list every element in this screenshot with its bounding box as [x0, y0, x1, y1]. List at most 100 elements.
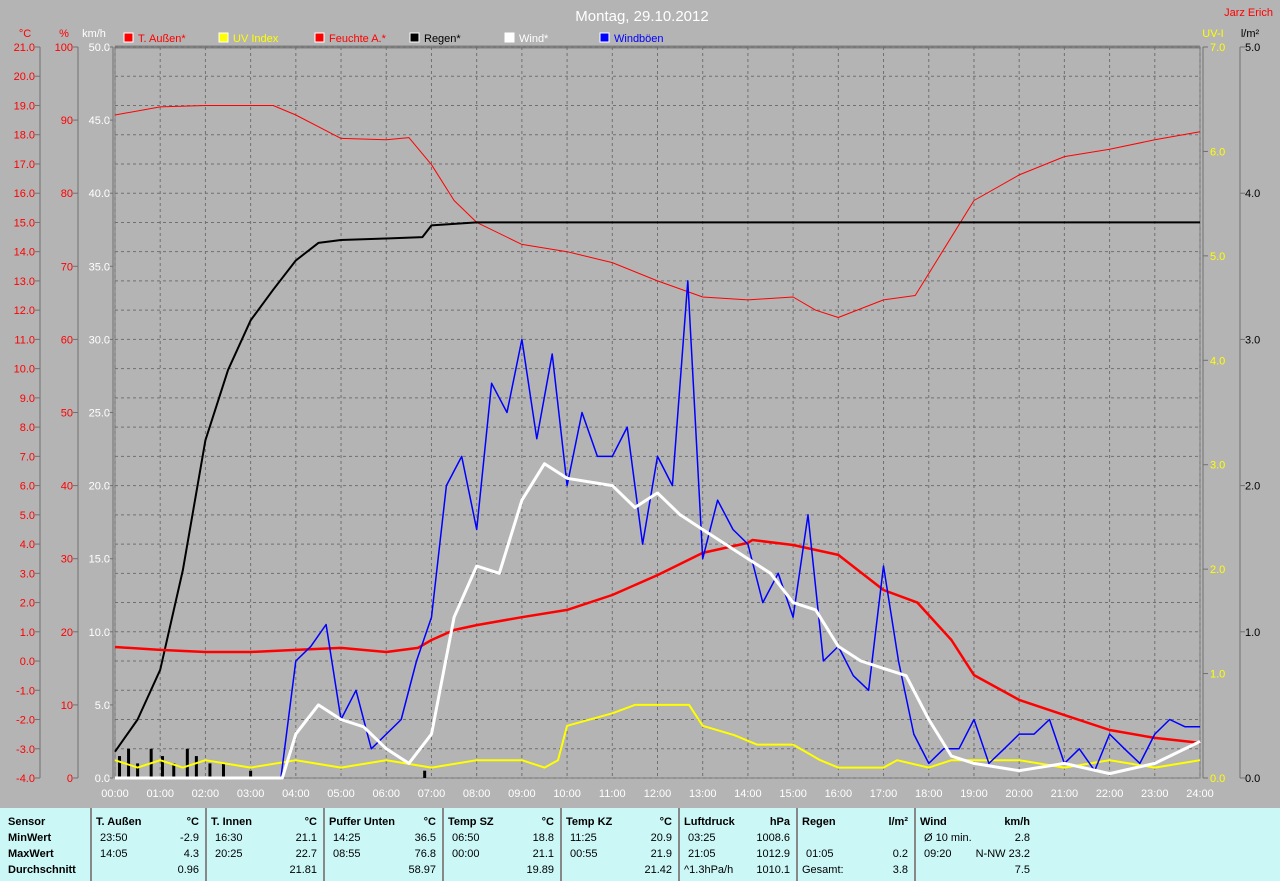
temp-tick-label: -2.0 [16, 715, 35, 727]
max-value: 22.7 [295, 848, 317, 860]
avg-value: 1010.1 [756, 864, 790, 876]
column-unit: °C [186, 816, 199, 828]
humidity-tick-label: 30 [61, 554, 73, 566]
x-tick-label: 21:00 [1051, 788, 1079, 800]
max-value: 0.2 [892, 848, 908, 860]
legend-swatch [314, 32, 325, 43]
min-value: 18.8 [532, 832, 554, 844]
rain-tick-label: 5.0 [1245, 42, 1260, 54]
avg-value: 19.89 [526, 864, 554, 876]
max-time: 14:05 [100, 848, 128, 860]
grid [114, 45, 1201, 779]
avg-value: 58.97 [408, 864, 436, 876]
max-time: 01:05 [806, 848, 834, 860]
stats-column: Regen l/m² 01:05 0.2 Gesamt: 3.8 [798, 808, 916, 881]
x-tick-label: 23:00 [1141, 788, 1169, 800]
wind-tick-label: 20.0 [89, 481, 110, 493]
x-tick-label: 04:00 [282, 788, 310, 800]
column-title: Temp KZ [566, 816, 613, 828]
wind-tick-label: 15.0 [89, 554, 110, 566]
uv-tick-label: 6.0 [1210, 146, 1225, 158]
max-time: 08:55 [333, 848, 361, 860]
min-time: 11:25 [570, 832, 597, 844]
avg-value: 7.5 [1014, 864, 1030, 876]
x-tick-label: 05:00 [327, 788, 355, 800]
temp-tick-label: 8.0 [20, 422, 35, 434]
x-tick-label: 09:00 [508, 788, 536, 800]
column-title: Puffer Unten [329, 816, 395, 828]
max-value: 21.1 [532, 848, 554, 860]
humidity-tick-label: 80 [61, 188, 73, 200]
uv-tick-label: 7.0 [1210, 42, 1225, 54]
wind-tick-label: 0.0 [95, 773, 110, 785]
x-tick-label: 07:00 [418, 788, 446, 800]
row-label: Sensor [8, 816, 46, 828]
rain-bar [194, 756, 198, 778]
temp-tick-label: 3.0 [20, 568, 35, 580]
x-tick-label: 02:00 [192, 788, 220, 800]
max-time: 00:00 [452, 848, 480, 860]
max-value: 76.8 [414, 848, 436, 860]
x-tick-label: 20:00 [1005, 788, 1033, 800]
max-value: 1012.9 [756, 848, 790, 860]
wind-tick-label: 35.0 [89, 261, 110, 273]
x-tick-label: 01:00 [146, 788, 174, 800]
avg-value: 3.8 [892, 864, 908, 876]
humidity-tick-label: 70 [61, 261, 73, 273]
chart-title: Montag, 29.10.2012 [575, 8, 708, 25]
rain-unit: l/m² [1241, 28, 1260, 40]
stats-column: Temp SZ °C 06:50 18.8 00:00 21.1 19.89 [444, 808, 562, 881]
column-unit: l/m² [888, 816, 908, 828]
min-time: 23:50 [100, 832, 128, 844]
temp-tick-label: 11.0 [14, 334, 35, 346]
author-label: Jarz Erich [1224, 7, 1273, 19]
legend: T. Außen* UV Index Feuchte A.* Regen* Wind* W… [123, 32, 664, 45]
weather-chart-window: Montag, 29.10.2012 Jarz Erich °C % km/h … [0, 0, 1280, 881]
wind-tick-label: 40.0 [89, 188, 110, 200]
temp-tick-label: -1.0 [16, 685, 35, 697]
temp-tick-label: 7.0 [20, 451, 35, 463]
stats-column: Temp KZ °C 11:25 20.9 00:55 21.9 21.42 [562, 808, 680, 881]
min-time: 06:50 [452, 832, 480, 844]
temp-tick-label: 18.0 [14, 130, 35, 142]
temp-tick-label: -3.0 [16, 744, 35, 756]
x-tick-label: 22:00 [1096, 788, 1124, 800]
column-unit: hPa [769, 816, 790, 828]
wind-tick-label: 30.0 [89, 334, 110, 346]
temp-tick-label: 13.0 [14, 276, 35, 288]
axes: 21.0 20.0 19.0 18.0 17.0 16.0 15.0 14.0 13.0 12.0… [14, 42, 1261, 800]
rain-tick-label: 0.0 [1245, 773, 1260, 785]
temp-tick-label: 0.0 [20, 656, 35, 668]
rain-bar [136, 763, 140, 778]
uv-tick-label: 0.0 [1210, 773, 1225, 785]
legend-label: T. Außen* [138, 33, 186, 45]
max-value: N-NW 23.2 [975, 848, 1030, 860]
x-tick-label: 16:00 [825, 788, 853, 800]
legend-label: Regen* [424, 33, 461, 45]
row-label: MinWert [8, 832, 52, 844]
legend-swatch [599, 32, 610, 43]
stats-column: T. Innen °C 16:30 21.1 20:25 22.7 21.81 [207, 808, 325, 881]
x-tick-label: 03:00 [237, 788, 265, 800]
column-title: Wind [920, 816, 947, 828]
column-title: T. Innen [211, 816, 252, 828]
temp-tick-label: 17.0 [14, 159, 35, 171]
temp-tick-label: 19.0 [14, 100, 35, 112]
row-labels: Sensor MinWert MaxWert Durchschnitt [0, 808, 92, 881]
temp-tick-label: -4.0 [16, 773, 35, 785]
rain-bar [160, 756, 164, 778]
max-time: 00:55 [570, 848, 598, 860]
humidity-tick-label: 50 [61, 408, 73, 420]
x-tick-label: 08:00 [463, 788, 491, 800]
stats-table: Sensor MinWert MaxWert Durchschnitt T. Außen… [0, 808, 1280, 881]
min-time: Ø 10 min. [924, 832, 972, 844]
humidity-tick-label: 10 [61, 700, 73, 712]
avg-label: Gesamt: [802, 864, 844, 876]
temp-tick-label: 12.0 [14, 305, 35, 317]
uv-tick-label: 2.0 [1210, 564, 1225, 576]
column-unit: km/h [1004, 816, 1030, 828]
rain-tick-label: 1.0 [1245, 627, 1260, 639]
temp-tick-label: 10.0 [14, 364, 35, 376]
avg-value: 21.81 [289, 864, 317, 876]
x-tick-label: 06:00 [372, 788, 400, 800]
